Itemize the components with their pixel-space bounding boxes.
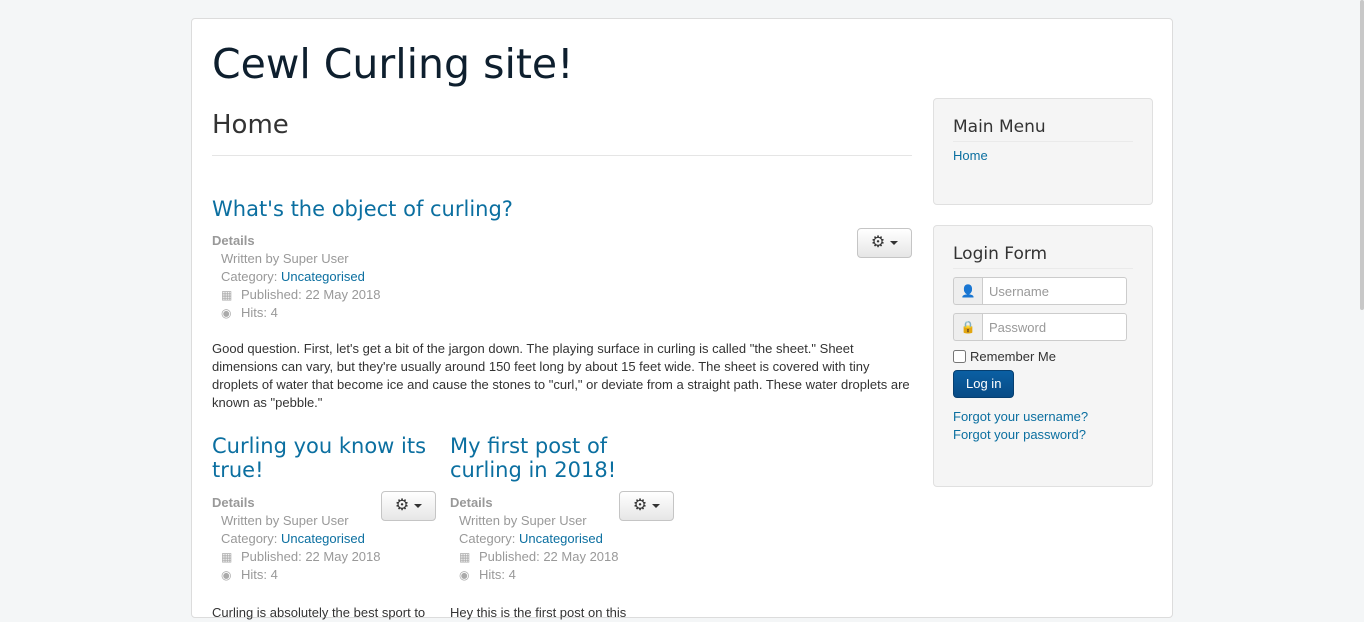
password-group: 🔒 (953, 313, 1127, 341)
details-label: Details (212, 233, 255, 248)
caret-down-icon (890, 241, 899, 245)
module-title: Main Menu (953, 117, 1133, 142)
published-text: Published: 22 May 2018 (241, 549, 381, 564)
remember-me-checkbox[interactable] (953, 350, 966, 363)
article-tools-button[interactable]: ⚙ (381, 491, 436, 521)
article-title[interactable]: My first post of curling in 2018! (450, 434, 672, 482)
article-tools-button[interactable]: ⚙ (619, 491, 674, 521)
details-label: Details (212, 495, 255, 510)
category-link[interactable]: Uncategorised (281, 269, 365, 284)
lead-article-body: Good question. First, let's get a bit of… (212, 341, 910, 410)
category: Category: Uncategorised (450, 530, 618, 548)
article-body: Curling is absolutely the best sport to (212, 605, 426, 620)
page-scrollbar[interactable] (1360, 0, 1364, 310)
published-text: Published: 22 May 2018 (241, 287, 381, 302)
lock-icon: 🔒 (953, 313, 982, 341)
article-details: Details Written by Super User Category: … (212, 494, 380, 584)
published-date: ▦ Published: 22 May 2018 (450, 548, 618, 566)
category: Category: Uncategorised (212, 268, 380, 286)
forgot-username-link[interactable]: Forgot your username? (953, 408, 1133, 426)
page-heading: Home (212, 107, 912, 156)
hits-text: Hits: 4 (241, 567, 278, 582)
article-body: Hey this is the first post on this (450, 605, 627, 620)
site-title[interactable]: Cewl Curling site! (212, 39, 574, 89)
caret-down-icon (414, 504, 423, 508)
author: Written by Super User (459, 513, 587, 528)
eye-icon: ◉ (221, 568, 232, 582)
caret-down-icon (652, 504, 661, 508)
username-input[interactable] (982, 277, 1127, 305)
login-form-module: Login Form 👤 🔒 Remember Me Log in Forgot… (933, 225, 1153, 487)
remember-me-label: Remember Me (970, 349, 1056, 364)
article-column-1-body: Curling is absolutely the best sport to (212, 604, 434, 622)
category-link[interactable]: Uncategorised (281, 531, 365, 546)
eye-icon: ◉ (221, 306, 232, 320)
gear-icon: ⚙ (632, 497, 648, 514)
published-date: ▦ Published: 22 May 2018 (212, 286, 380, 304)
password-input[interactable] (982, 313, 1127, 341)
category-prefix: Category: (221, 531, 281, 546)
category: Category: Uncategorised (212, 530, 380, 548)
category-link[interactable]: Uncategorised (519, 531, 603, 546)
forgot-password-link[interactable]: Forgot your password? (953, 426, 1133, 444)
user-icon: 👤 (953, 277, 982, 305)
menu-item-home[interactable]: Home (953, 148, 988, 163)
calendar-icon: ▦ (221, 288, 233, 302)
hits-text: Hits: 4 (479, 567, 516, 582)
hits-text: Hits: 4 (241, 305, 278, 320)
page-container: Cewl Curling site! Home What's the objec… (191, 18, 1173, 620)
gear-icon: ⚙ (870, 234, 886, 251)
article-tools-button[interactable]: ⚙ (857, 228, 912, 258)
hits: ◉ Hits: 4 (212, 566, 380, 584)
category-prefix: Category: (221, 269, 281, 284)
gear-icon: ⚙ (394, 497, 410, 514)
hits: ◉ Hits: 4 (212, 304, 380, 322)
login-form-links: Forgot your username? Forgot your passwo… (953, 408, 1133, 444)
calendar-icon: ▦ (459, 550, 471, 564)
login-button[interactable]: Log in (953, 370, 1015, 398)
published-text: Published: 22 May 2018 (479, 549, 619, 564)
article-column-1: Curling you know its true! (212, 434, 434, 482)
article-column-2-body: Hey this is the first post on this (450, 604, 672, 622)
lead-article-details: Details Written by Super User Category: … (212, 232, 380, 322)
remember-me[interactable]: Remember Me (953, 349, 1133, 364)
eye-icon: ◉ (459, 568, 470, 582)
main-menu-module: Main Menu Home (933, 98, 1153, 205)
main-content: Home What's the object of curling? ⚙ Det… (212, 107, 912, 620)
published-date: ▦ Published: 22 May 2018 (212, 548, 380, 566)
details-label: Details (450, 495, 493, 510)
username-group: 👤 (953, 277, 1127, 305)
calendar-icon: ▦ (221, 550, 233, 564)
category-prefix: Category: (459, 531, 519, 546)
article-title[interactable]: Curling you know its true! (212, 434, 434, 482)
hits: ◉ Hits: 4 (450, 566, 618, 584)
lead-article-title[interactable]: What's the object of curling? (212, 195, 513, 223)
module-title: Login Form (953, 244, 1133, 269)
author: Written by Super User (221, 513, 349, 528)
article-details: Details Written by Super User Category: … (450, 494, 618, 584)
article-column-2: My first post of curling in 2018! (450, 434, 672, 482)
author: Written by Super User (221, 251, 349, 266)
